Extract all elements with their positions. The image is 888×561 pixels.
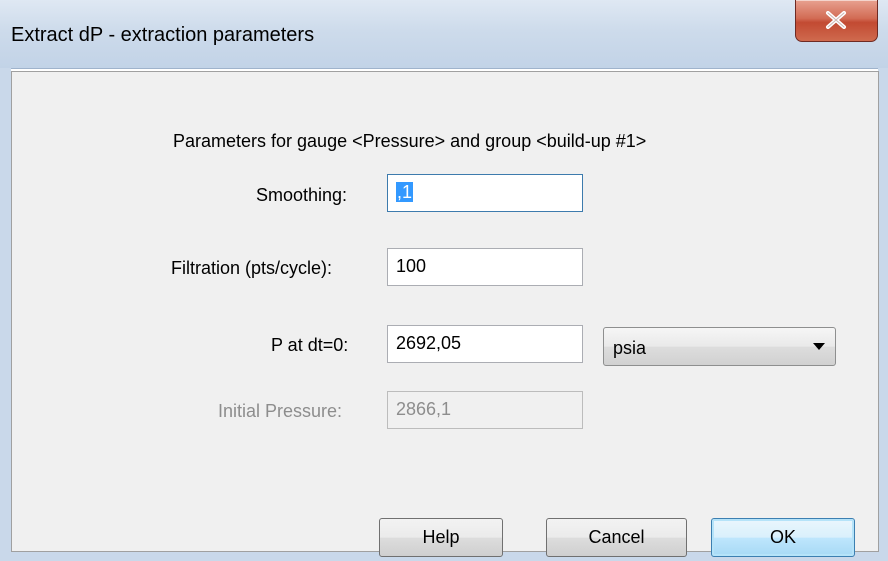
p-at-dt0-value: 2692,05: [396, 333, 462, 353]
initial-pressure-value: 2866,1: [396, 399, 452, 419]
window-frame-right: [878, 68, 888, 561]
window-frame-left: [0, 68, 11, 561]
p-at-dt0-label: P at dt=0:: [271, 335, 349, 355]
chevron-down-icon: [813, 343, 825, 350]
cancel-button[interactable]: Cancel: [546, 518, 687, 557]
smoothing-label: Smoothing:: [256, 185, 348, 205]
pressure-unit-select[interactable]: psia: [603, 327, 836, 366]
title-bar[interactable]: Extract dP - extraction parameters: [0, 0, 888, 69]
initial-pressure-input: 2866,1: [387, 391, 583, 429]
dialog-window: Extract dP - extraction parameters Param…: [0, 0, 888, 561]
filtration-label: Filtration (pts/cycle):: [171, 258, 333, 278]
help-button[interactable]: Help: [379, 518, 503, 557]
window-title: Extract dP - extraction parameters: [11, 24, 315, 46]
smoothing-input[interactable]: ,1: [387, 174, 583, 212]
filtration-value: 100: [396, 256, 427, 276]
pressure-unit-value: psia: [613, 338, 647, 358]
parameters-header: Parameters for gauge <Pressure> and grou…: [173, 131, 647, 151]
initial-pressure-label: Initial Pressure:: [218, 401, 343, 421]
p-at-dt0-input[interactable]: 2692,05: [387, 325, 583, 363]
close-icon: [826, 11, 846, 29]
smoothing-value: ,1: [396, 182, 414, 202]
filtration-input[interactable]: 100: [387, 248, 583, 286]
close-button[interactable]: [795, 0, 878, 42]
ok-button[interactable]: OK: [711, 518, 855, 557]
